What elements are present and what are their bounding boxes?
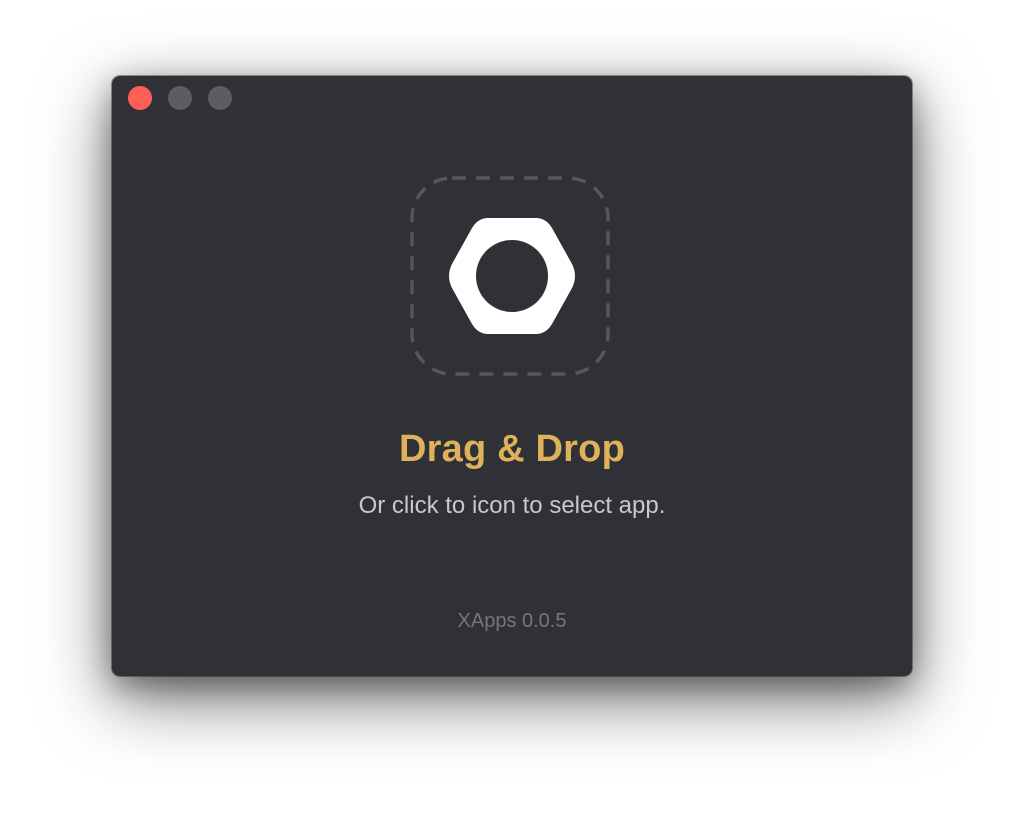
drag-drop-headline: Drag & Drop	[399, 428, 625, 470]
version-label: XApps 0.0.5	[457, 610, 567, 632]
select-app-hint: Or click to icon to select app.	[358, 492, 666, 519]
app-drop-zone[interactable]	[410, 176, 610, 376]
hex-nut-icon[interactable]	[448, 216, 576, 336]
close-window-button[interactable]	[128, 86, 152, 110]
minimize-window-button[interactable]	[168, 86, 192, 110]
app-window: Drag & Drop Or click to icon to select a…	[112, 76, 912, 676]
title-bar[interactable]	[112, 76, 912, 120]
zoom-window-button[interactable]	[208, 86, 232, 110]
